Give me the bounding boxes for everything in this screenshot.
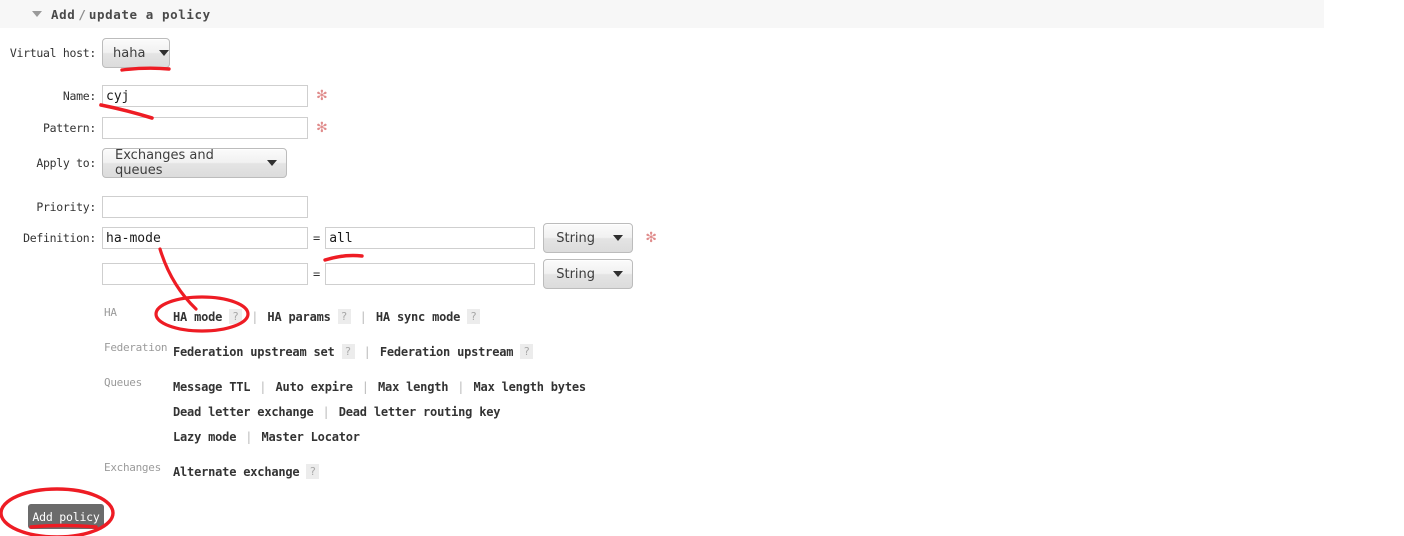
name-input[interactable] xyxy=(102,85,308,107)
field-row-virtual-host: Virtual host: haha xyxy=(0,38,170,68)
chevron-down-icon xyxy=(613,235,624,241)
help-icon-ha-params[interactable]: ? xyxy=(337,309,351,324)
group-queues: Queues Message TTL | Auto expire | Max l… xyxy=(104,374,586,449)
definition-type-value-1: String xyxy=(556,266,596,282)
virtual-host-label: Virtual host: xyxy=(9,46,96,60)
virtual-host-value: haha xyxy=(113,45,146,61)
virtual-host-select[interactable]: haha xyxy=(102,38,170,68)
definition-required-marker: ✻ xyxy=(645,230,657,246)
field-row-pattern: Pattern: ✻ xyxy=(0,117,328,139)
definition-equals-0: = xyxy=(313,231,321,245)
help-icon-ha-sync-mode[interactable]: ? xyxy=(467,309,481,324)
separator: | xyxy=(359,309,367,324)
link-federation-upstream[interactable]: Federation upstream xyxy=(380,345,514,359)
link-ha-mode[interactable]: HA mode xyxy=(173,310,222,324)
link-ha-params[interactable]: HA params xyxy=(267,310,330,324)
separator: | xyxy=(245,429,253,444)
group-label-exchanges: Exchanges xyxy=(104,461,161,474)
section-header[interactable]: Add / update a policy xyxy=(0,0,1324,28)
apply-to-label: Apply to: xyxy=(36,156,96,170)
group-line: Dead letter exchange | Dead letter routi… xyxy=(173,399,586,424)
help-icon-alternate-exchange[interactable]: ? xyxy=(306,464,320,479)
link-lazy-mode[interactable]: Lazy mode xyxy=(173,430,236,444)
section-title-add: Add xyxy=(51,6,76,22)
triangle-down-icon[interactable] xyxy=(32,11,42,17)
group-line: Federation upstream set ? | Federation u… xyxy=(173,339,534,364)
separator: | xyxy=(259,379,267,394)
name-required-marker: ✻ xyxy=(316,88,328,104)
separator: | xyxy=(251,309,259,324)
section-title-rest: update a policy xyxy=(88,6,211,22)
group-exchanges: Exchanges Alternate exchange ? xyxy=(104,459,320,484)
help-icon-federation-upstream-set[interactable]: ? xyxy=(341,344,355,359)
definition-value-input-0[interactable] xyxy=(325,227,536,249)
section-title-separator: / xyxy=(78,6,86,22)
apply-to-value: Exchanges and queues xyxy=(115,148,214,178)
pattern-label: Pattern: xyxy=(43,121,96,135)
group-label-federation: Federation xyxy=(104,341,168,354)
definition-label: Definition: xyxy=(23,231,96,245)
chevron-down-icon xyxy=(613,271,624,277)
pattern-input[interactable] xyxy=(102,117,308,139)
separator: | xyxy=(322,404,330,419)
separator: | xyxy=(363,344,371,359)
separator: | xyxy=(457,379,465,394)
definition-type-select-1[interactable]: String xyxy=(543,259,634,289)
link-max-length[interactable]: Max length xyxy=(378,380,448,394)
definition-type-value-0: String xyxy=(556,230,596,246)
field-row-name: Name: ✻ xyxy=(0,85,328,107)
link-message-ttl[interactable]: Message TTL xyxy=(173,380,250,394)
chevron-down-icon xyxy=(267,160,277,166)
chevron-down-icon xyxy=(159,50,170,56)
group-line: Lazy mode | Master Locator xyxy=(173,424,586,449)
help-icon-ha-mode[interactable]: ? xyxy=(229,309,243,324)
add-policy-button[interactable]: Add policy xyxy=(28,504,104,529)
definition-key-input-0[interactable] xyxy=(102,227,308,249)
definition-equals-1: = xyxy=(313,267,321,281)
field-row-apply-to: Apply to: Exchanges and queues xyxy=(0,148,287,178)
pattern-required-marker: ✻ xyxy=(316,120,328,136)
group-federation: Federation Federation upstream set ? | F… xyxy=(104,339,534,364)
name-label: Name: xyxy=(62,89,96,103)
separator: | xyxy=(361,379,370,394)
group-line: Alternate exchange ? xyxy=(173,459,320,484)
definition-key-input-1[interactable] xyxy=(102,263,308,285)
link-auto-expire[interactable]: Auto expire xyxy=(276,380,353,394)
group-label-ha: HA xyxy=(104,306,117,319)
link-ha-sync-mode[interactable]: HA sync mode xyxy=(376,310,460,324)
link-alternate-exchange[interactable]: Alternate exchange xyxy=(173,465,300,479)
link-max-length-bytes[interactable]: Max length bytes xyxy=(474,380,587,394)
definition-value-input-1[interactable] xyxy=(325,263,536,285)
priority-label: Priority: xyxy=(36,200,96,214)
link-federation-upstream-set[interactable]: Federation upstream set xyxy=(173,345,335,359)
field-row-definition-extra: = String xyxy=(0,259,634,289)
link-dead-letter-routing-key[interactable]: Dead letter routing key xyxy=(339,405,501,419)
field-row-definition: Definition: = String ✻ xyxy=(0,223,657,253)
priority-input[interactable] xyxy=(102,196,308,218)
annotation-vhost-underline xyxy=(120,66,171,72)
group-label-queues: Queues xyxy=(104,376,142,389)
link-dead-letter-exchange[interactable]: Dead letter exchange xyxy=(173,405,314,419)
apply-to-select[interactable]: Exchanges and queues xyxy=(102,148,287,178)
definition-type-select-0[interactable]: String xyxy=(543,223,634,253)
help-icon-federation-upstream[interactable]: ? xyxy=(520,344,534,359)
group-line: HA mode ? | HA params ? | HA sync mode ? xyxy=(173,304,481,329)
group-ha: HA HA mode ? | HA params ? | HA sync mod… xyxy=(104,304,481,329)
link-master-locator[interactable]: Master Locator xyxy=(261,430,360,444)
group-line: Message TTL | Auto expire | Max length |… xyxy=(173,374,586,399)
field-row-priority: Priority: xyxy=(0,196,308,218)
